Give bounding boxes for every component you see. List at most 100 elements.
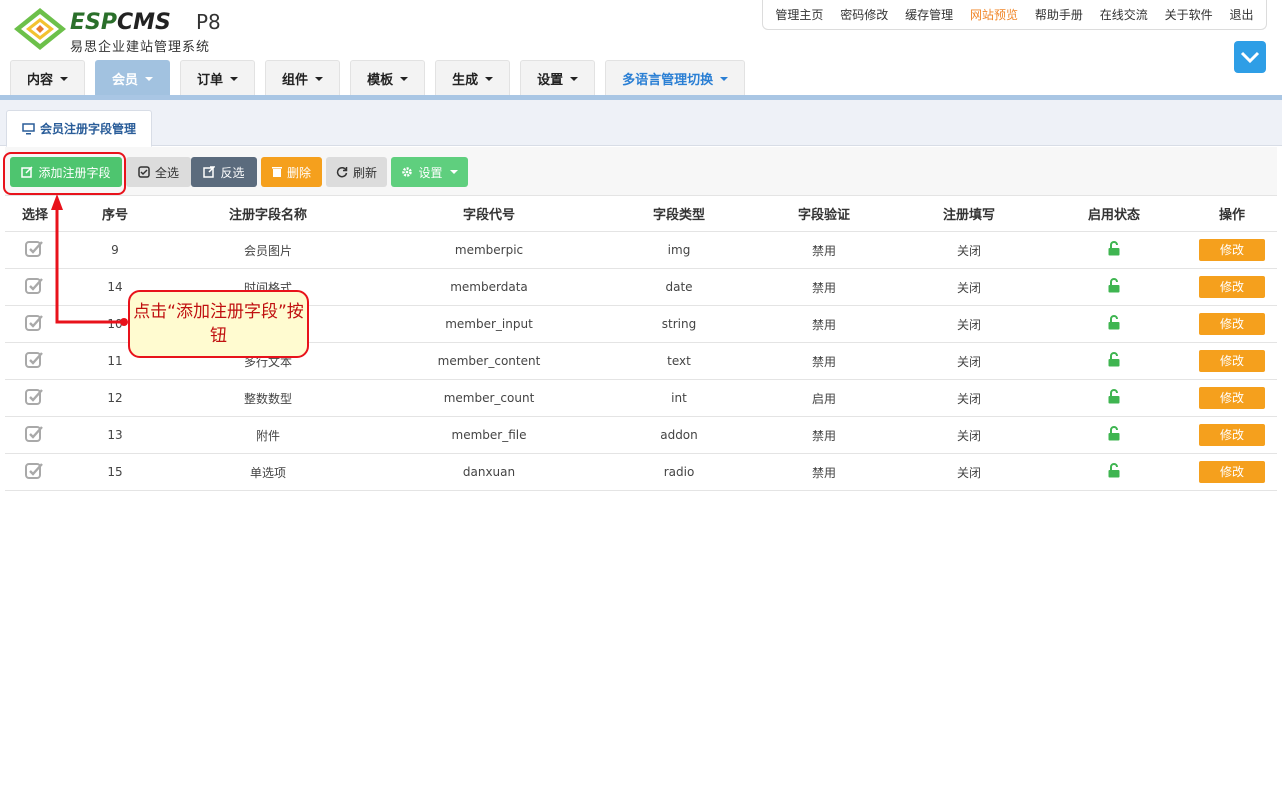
- nav-tab-language[interactable]: 多语言管理切换: [605, 60, 746, 96]
- row-fill[interactable]: 关闭: [897, 342, 1041, 380]
- col-validate[interactable]: 字段验证: [751, 195, 897, 232]
- nav-tab-label: 生成: [452, 73, 479, 88]
- col-code[interactable]: 字段代号: [371, 195, 607, 232]
- row-validate[interactable]: 禁用: [751, 453, 897, 491]
- edit-button[interactable]: 修改: [1199, 276, 1265, 298]
- top-link-cache[interactable]: 缓存管理: [905, 6, 953, 23]
- row-type: int: [607, 379, 751, 417]
- edit-button[interactable]: 修改: [1199, 239, 1265, 261]
- edit-button[interactable]: 修改: [1199, 424, 1265, 446]
- row-fill[interactable]: 关闭: [897, 379, 1041, 417]
- row-fill[interactable]: 关闭: [897, 416, 1041, 454]
- col-status[interactable]: 启用状态: [1041, 195, 1187, 232]
- row-code: memberpic: [371, 231, 607, 269]
- top-link-chat[interactable]: 在线交流: [1100, 6, 1148, 23]
- row-validate[interactable]: 禁用: [751, 268, 897, 306]
- delete-label: 删除: [286, 165, 311, 180]
- row-code: member_content: [371, 342, 607, 380]
- delete-button[interactable]: 删除: [261, 157, 322, 187]
- settings-dropdown-button[interactable]: 设置: [391, 157, 468, 187]
- share-icon: [203, 166, 216, 178]
- row-status[interactable]: [1041, 342, 1187, 380]
- nav-tab-label: 设置: [537, 73, 564, 88]
- checkbox-icon: [138, 166, 150, 178]
- row-status[interactable]: [1041, 231, 1187, 269]
- nav-tab-content[interactable]: 内容: [10, 60, 86, 96]
- row-name: 整数数型: [165, 379, 371, 417]
- nav-tab-component[interactable]: 组件: [265, 60, 341, 96]
- top-link-home[interactable]: 管理主页: [775, 6, 823, 23]
- row-validate[interactable]: 禁用: [751, 342, 897, 380]
- edit-button[interactable]: 修改: [1199, 387, 1265, 409]
- checkbox-icon: [25, 425, 43, 442]
- row-validate[interactable]: 启用: [751, 379, 897, 417]
- table-row: 9 会员图片 memberpic img 禁用 关闭 修改: [5, 231, 1277, 269]
- col-type[interactable]: 字段类型: [607, 195, 751, 232]
- row-action: 修改: [1187, 305, 1277, 343]
- table-row: 13 附件 member_file addon 禁用 关闭 修改: [5, 416, 1277, 454]
- row-type: radio: [607, 453, 751, 491]
- nav-tab-generate[interactable]: 生成: [435, 60, 511, 96]
- row-validate[interactable]: 禁用: [751, 231, 897, 269]
- brand-name: ESPCMS: [70, 10, 171, 35]
- logo-icon: [14, 8, 66, 50]
- edit-button[interactable]: 修改: [1199, 350, 1265, 372]
- caret-down-icon: [230, 76, 239, 81]
- annotation-callout: 点击“添加注册字段”按钮: [128, 290, 309, 358]
- row-checkbox[interactable]: [5, 231, 65, 269]
- tab-member-fields[interactable]: 会员注册字段管理: [6, 110, 153, 147]
- col-id[interactable]: 序号: [65, 195, 165, 232]
- col-select[interactable]: 选择: [5, 195, 65, 232]
- row-fill[interactable]: 关闭: [897, 453, 1041, 491]
- select-all-label: 全选: [154, 165, 179, 180]
- row-checkbox[interactable]: [5, 416, 65, 454]
- select-all-button[interactable]: 全选: [126, 157, 191, 187]
- main-nav: 内容 会员 订单 组件 模板 生成 设置 多语言管理切换: [10, 60, 755, 96]
- row-type: date: [607, 268, 751, 306]
- row-checkbox[interactable]: [5, 305, 65, 343]
- top-link-password[interactable]: 密码修改: [840, 6, 888, 23]
- row-status[interactable]: [1041, 268, 1187, 306]
- col-name[interactable]: 注册字段名称: [165, 195, 371, 232]
- top-link-preview[interactable]: 网站预览: [970, 6, 1018, 23]
- row-checkbox[interactable]: [5, 268, 65, 306]
- top-link-help[interactable]: 帮助手册: [1035, 6, 1083, 23]
- row-action: 修改: [1187, 231, 1277, 269]
- row-status[interactable]: [1041, 453, 1187, 491]
- col-action: 操作: [1187, 195, 1277, 232]
- row-checkbox[interactable]: [5, 379, 65, 417]
- table-row: 12 整数数型 member_count int 启用 关闭 修改: [5, 379, 1277, 417]
- collapse-button[interactable]: [1234, 41, 1266, 73]
- edit-button[interactable]: 修改: [1199, 461, 1265, 483]
- logo[interactable]: ESPCMS P8 易思企业建站管理系统: [12, 6, 232, 55]
- row-fill[interactable]: 关闭: [897, 231, 1041, 269]
- nav-tab-order[interactable]: 订单: [180, 60, 256, 96]
- top-link-about[interactable]: 关于软件: [1165, 6, 1213, 23]
- row-id: 9: [65, 231, 165, 269]
- nav-tab-settings[interactable]: 设置: [520, 60, 596, 96]
- refresh-icon: [336, 166, 348, 178]
- col-fill[interactable]: 注册填写: [897, 195, 1041, 232]
- row-validate[interactable]: 禁用: [751, 305, 897, 343]
- gear-icon: [402, 167, 413, 177]
- row-fill[interactable]: 关闭: [897, 305, 1041, 343]
- nav-tab-template[interactable]: 模板: [350, 60, 426, 96]
- row-validate[interactable]: 禁用: [751, 416, 897, 454]
- row-status[interactable]: [1041, 379, 1187, 417]
- row-fill[interactable]: 关闭: [897, 268, 1041, 306]
- nav-tab-label: 模板: [367, 73, 394, 88]
- row-status[interactable]: [1041, 305, 1187, 343]
- nav-tab-member[interactable]: 会员: [95, 60, 171, 96]
- caret-down-icon: [720, 76, 729, 81]
- add-button-highlight: [3, 152, 126, 195]
- unlock-icon: [1108, 389, 1120, 404]
- row-checkbox[interactable]: [5, 342, 65, 380]
- brand-subtitle: 易思企业建站管理系统: [70, 40, 211, 55]
- top-link-logout[interactable]: 退出: [1230, 6, 1254, 23]
- row-status[interactable]: [1041, 416, 1187, 454]
- refresh-button[interactable]: 刷新: [326, 157, 387, 187]
- invert-selection-button[interactable]: 反选: [191, 157, 257, 187]
- row-checkbox[interactable]: [5, 453, 65, 491]
- row-action: 修改: [1187, 453, 1277, 491]
- edit-button[interactable]: 修改: [1199, 313, 1265, 335]
